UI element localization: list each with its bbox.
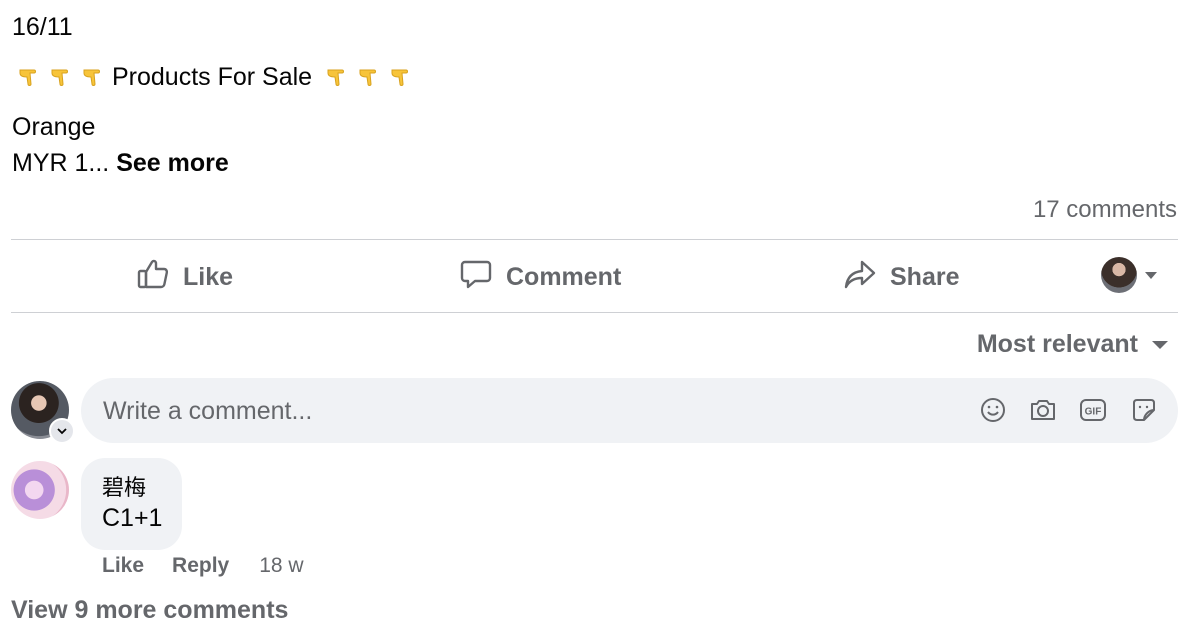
post-product-line: Orange: [12, 113, 96, 141]
caret-down-icon: [1152, 340, 1168, 349]
comment-reply-button[interactable]: Reply: [172, 554, 229, 578]
pointing-down-emoji-icon: [12, 62, 44, 92]
comment-actions: Like Reply 18 w: [102, 554, 304, 578]
sticker-icon[interactable]: [1129, 395, 1159, 425]
comment-like-button[interactable]: Like: [102, 554, 144, 578]
like-button[interactable]: Like: [135, 256, 233, 298]
pointing-down-emoji-icon: [76, 62, 108, 92]
pointing-down-emoji-icon: [352, 62, 384, 92]
comment-text: C1+1: [102, 504, 163, 532]
divider: [11, 312, 1178, 313]
post-date-text: 16/11: [12, 13, 73, 41]
thumbs-up-icon: [135, 256, 171, 299]
sort-label: Most relevant: [976, 330, 1138, 358]
post-as-selector[interactable]: [1101, 257, 1157, 293]
pointing-down-emoji-icon: [384, 62, 416, 92]
avatar: [1101, 257, 1137, 293]
post-title-line: Products For Sale: [12, 62, 416, 92]
gif-icon[interactable]: GIF: [1078, 395, 1108, 425]
svg-text:GIF: GIF: [1085, 407, 1102, 418]
share-button-label: Share: [890, 262, 960, 291]
comment-author[interactable]: 碧梅: [102, 470, 146, 502]
comment-sort-dropdown[interactable]: Most relevant: [977, 330, 1168, 359]
post-title-text: Products For Sale: [112, 63, 313, 91]
comment-composer: GIF: [81, 378, 1178, 445]
chevron-down-icon[interactable]: [49, 418, 75, 444]
facebook-post: 16/11 Products For Sale Orange MYR 1... …: [0, 0, 1190, 638]
comment-timestamp[interactable]: 18 w: [259, 554, 303, 578]
like-button-label: Like: [183, 262, 234, 291]
divider: [11, 239, 1178, 240]
camera-icon[interactable]: [1028, 395, 1058, 425]
see-more-link[interactable]: See more: [116, 149, 229, 177]
share-arrow-icon: [842, 256, 878, 299]
speech-bubble-icon: [458, 256, 494, 299]
comment-button[interactable]: Comment: [458, 256, 621, 298]
view-more-comments-link[interactable]: View 9 more comments: [11, 596, 288, 625]
pointing-down-emoji-icon: [44, 62, 76, 92]
post-price-truncated: MYR 1...: [12, 149, 110, 177]
comment-button-label: Comment: [506, 262, 622, 291]
share-button[interactable]: Share: [842, 256, 959, 298]
emoji-icon[interactable]: [978, 395, 1008, 425]
comment-bubble: 碧梅 C1+1: [81, 458, 182, 550]
caret-down-icon: [1145, 271, 1157, 279]
commenter-avatar[interactable]: [11, 461, 69, 519]
comments-count-link[interactable]: 17 comments: [1033, 196, 1177, 224]
post-price-line: MYR 1... See more: [12, 148, 229, 178]
pointing-down-emoji-icon: [320, 62, 352, 92]
comment-input[interactable]: [101, 378, 965, 445]
